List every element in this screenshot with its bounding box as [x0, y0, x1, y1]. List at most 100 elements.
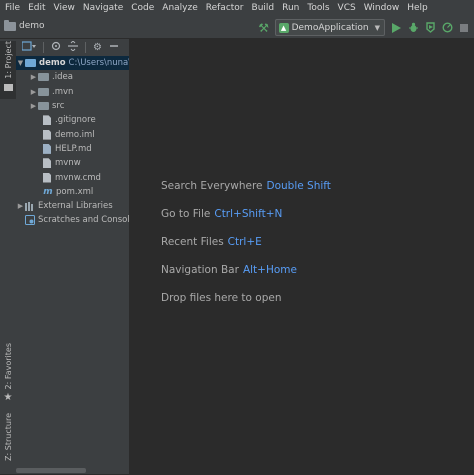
star-icon: ★ — [3, 392, 13, 404]
run-toolbar: ⚒ ▲ DemoApplication ▼ — [258, 18, 470, 37]
run-icon[interactable] — [390, 21, 402, 35]
hint-recent-files: Recent Files Ctrl+E — [161, 236, 262, 248]
tree-item-label: External Libraries — [38, 201, 113, 212]
menu-analyze[interactable]: Analyze — [158, 0, 201, 17]
project-panel: ⚙ ▼ demo C:\Users\nuna\ ▶ .idea ▶ .mvn ▶… — [16, 39, 130, 474]
tree-item-pom-xml[interactable]: m pom.xml — [16, 185, 129, 199]
folder-icon — [4, 19, 16, 31]
hint-shortcut: Ctrl+Shift+N — [214, 208, 283, 220]
tree-item-label: demo.iml — [55, 129, 95, 140]
chevron-right-icon[interactable]: ▶ — [29, 88, 38, 96]
file-icon — [43, 115, 51, 126]
menu-window[interactable]: Window — [360, 0, 404, 17]
tab-favorites-label: 2: Favorites — [3, 343, 13, 390]
chevron-down-icon: ▼ — [374, 23, 380, 32]
debug-icon[interactable] — [407, 21, 419, 35]
tree-item-label: .mvn — [52, 86, 74, 97]
hint-search-everywhere: Search Everywhere Double Shift — [161, 180, 331, 192]
folder-icon — [38, 73, 49, 82]
tree-item-path: C:\Users\nuna\ — [68, 58, 129, 69]
project-tree: ▼ demo C:\Users\nuna\ ▶ .idea ▶ .mvn ▶ s… — [16, 56, 129, 228]
markdown-file-icon — [43, 143, 51, 154]
folder-icon — [38, 102, 49, 111]
tree-item-mvnw[interactable]: mvnw — [16, 156, 129, 170]
tab-project[interactable]: 1: Project — [0, 41, 16, 99]
tree-item-external-libraries[interactable]: ▶ External Libraries — [16, 199, 129, 213]
stop-icon[interactable] — [458, 21, 470, 35]
tab-structure[interactable]: Z: Structure — [0, 413, 16, 475]
folder-icon — [3, 83, 13, 91]
run-configuration-select[interactable]: ▲ DemoApplication ▼ — [274, 19, 385, 36]
module-folder-icon — [25, 59, 36, 68]
maven-icon: m — [43, 186, 53, 197]
hide-panel-icon[interactable] — [109, 41, 119, 54]
toolbar-divider — [43, 41, 44, 53]
left-tool-strip: 1: Project 2: Favorites ★ Z: Structure — [0, 39, 16, 474]
tree-item-gitignore[interactable]: .gitignore — [16, 113, 129, 127]
collapse-all-icon[interactable] — [68, 39, 78, 54]
file-icon — [43, 172, 51, 183]
tree-item-label: mvnw — [55, 158, 81, 169]
breadcrumb[interactable]: demo — [4, 19, 45, 31]
tree-item-idea[interactable]: ▶ .idea — [16, 70, 129, 84]
tree-item-label: .idea — [52, 72, 73, 83]
tree-item-label: pom.xml — [56, 186, 94, 197]
file-icon — [43, 129, 51, 140]
tree-item-mvn[interactable]: ▶ .mvn — [16, 85, 129, 99]
hint-shortcut: Alt+Home — [242, 264, 297, 276]
tab-favorites[interactable]: 2: Favorites ★ — [0, 343, 16, 405]
menu-code[interactable]: Code — [127, 0, 158, 17]
hint-label: Navigation Bar — [161, 264, 239, 276]
tree-item-label: Scratches and Consoles — [38, 215, 129, 226]
hint-shortcut: Double Shift — [266, 180, 331, 192]
tree-item-label: src — [52, 101, 65, 112]
chevron-right-icon[interactable]: ▶ — [16, 202, 25, 210]
run-with-coverage-icon[interactable] — [424, 21, 436, 35]
tree-item-label: mvnw.cmd — [55, 172, 101, 183]
hint-shortcut: Ctrl+E — [227, 236, 262, 248]
chevron-down-icon[interactable]: ▼ — [16, 59, 25, 67]
horizontal-scrollbar[interactable] — [16, 468, 86, 473]
hint-label: Search Everywhere — [161, 180, 263, 192]
menu-navigate[interactable]: Navigate — [79, 0, 127, 17]
menu-tools[interactable]: Tools — [303, 0, 333, 17]
project-panel-toolbar: ⚙ — [16, 39, 129, 55]
menu-edit[interactable]: Edit — [24, 0, 49, 17]
hint-drop-files: Drop files here to open — [161, 292, 281, 304]
tree-item-label: HELP.md — [55, 143, 92, 154]
spring-config-icon: ▲ — [278, 22, 289, 33]
chevron-right-icon[interactable]: ▶ — [29, 102, 38, 110]
tree-item-demo[interactable]: ▼ demo C:\Users\nuna\ — [16, 56, 129, 71]
profile-icon[interactable] — [441, 21, 453, 35]
tree-item-scratches[interactable]: Scratches and Consoles — [16, 213, 129, 227]
scratches-icon — [25, 215, 35, 226]
menu-view[interactable]: View — [50, 0, 79, 17]
file-icon — [43, 158, 51, 169]
toolbar-divider — [85, 41, 86, 53]
gear-icon[interactable]: ⚙ — [93, 42, 102, 53]
build-hammer-icon[interactable]: ⚒ — [258, 22, 270, 34]
hint-go-to-file: Go to File Ctrl+Shift+N — [161, 208, 282, 220]
navigation-toolbar: demo ⚒ ▲ DemoApplication ▼ — [0, 17, 474, 39]
tab-project-label: 1: Project — [3, 41, 13, 79]
library-icon — [25, 201, 35, 211]
chevron-right-icon[interactable]: ▶ — [29, 73, 38, 81]
hint-label: Go to File — [161, 208, 211, 220]
menu-run[interactable]: Run — [278, 0, 303, 17]
editor-empty-state: Search Everywhere Double Shift Go to File… — [130, 39, 474, 474]
menu-bar: File Edit View Navigate Code Analyze Ref… — [0, 0, 474, 17]
menu-help[interactable]: Help — [403, 0, 432, 17]
menu-file[interactable]: File — [0, 0, 24, 17]
run-configuration-label: DemoApplication — [291, 22, 369, 33]
menu-build[interactable]: Build — [248, 0, 279, 17]
locate-file-icon[interactable] — [51, 41, 61, 54]
project-view-select[interactable] — [21, 40, 36, 54]
project-panel-hscroll-track — [16, 466, 129, 474]
menu-vcs[interactable]: VCS — [334, 0, 360, 17]
menu-refactor[interactable]: Refactor — [202, 0, 248, 17]
tree-item-mvnw-cmd[interactable]: mvnw.cmd — [16, 170, 129, 184]
breadcrumb-label: demo — [19, 21, 45, 31]
tree-item-demo-iml[interactable]: demo.iml — [16, 127, 129, 141]
tree-item-src[interactable]: ▶ src — [16, 99, 129, 113]
tree-item-help-md[interactable]: HELP.md — [16, 142, 129, 156]
